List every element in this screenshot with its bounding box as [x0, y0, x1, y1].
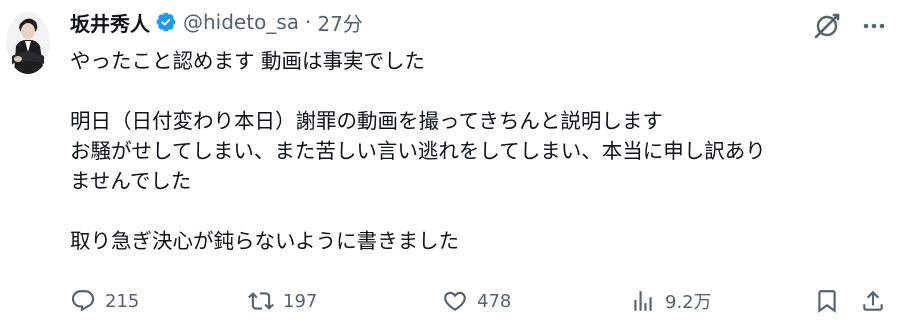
user-handle[interactable]: @hideto_sa	[183, 10, 299, 34]
reply-button[interactable]: 215	[70, 284, 139, 318]
tweet-text: やったこと認めます 動画は事実でした 明日（日付変わり本日）謝罪の動画を撮ってき…	[70, 46, 885, 256]
tweet-text-line	[70, 196, 885, 226]
more-icon[interactable]	[861, 13, 887, 39]
views-button[interactable]: 9.2万	[630, 284, 712, 318]
grok-icon[interactable]	[813, 12, 841, 40]
like-icon	[442, 288, 468, 314]
tweet-text-line	[70, 76, 885, 106]
reply-icon	[70, 288, 96, 314]
views-icon	[630, 288, 656, 314]
like-count: 478	[477, 290, 512, 312]
share-button[interactable]	[860, 284, 886, 318]
tweet: 坂井秀人 @hideto_sa · 27分 やったこと認めます 動画は事実でした…	[0, 0, 897, 328]
tweet-header: 坂井秀人 @hideto_sa · 27分	[70, 6, 363, 38]
tweet-text-line: 取り急ぎ決心が鈍らないように書きました	[70, 229, 460, 253]
retweet-button[interactable]: 197	[248, 284, 317, 318]
tweet-text-line: やったこと認めます 動画は事実でした	[70, 49, 426, 73]
retweet-icon	[248, 288, 274, 314]
view-count: 9.2万	[665, 292, 712, 313]
avatar-image	[6, 12, 50, 74]
avatar[interactable]	[6, 12, 50, 74]
top-right-actions	[813, 12, 887, 40]
tweet-text-line: お騒がせしてしまい、また苦しい言い逃れをしてしまい、本当に申し訳あり	[70, 139, 766, 163]
verified-badge-icon[interactable]	[155, 11, 177, 33]
like-button[interactable]: 478	[442, 284, 511, 318]
tweet-text-line: 明日（日付変わり本日）謝罪の動画を撮ってきちんと説明します	[70, 109, 663, 133]
retweet-count: 197	[283, 290, 318, 312]
post-timestamp[interactable]: 27分	[317, 8, 362, 37]
share-icon	[860, 288, 886, 314]
tweet-text-line: ませんでした	[70, 169, 192, 193]
header-separator: ·	[305, 10, 312, 34]
bookmark-icon	[814, 288, 840, 314]
tweet-actions: 215 197 478 9.2万	[70, 284, 885, 318]
display-name[interactable]: 坂井秀人	[70, 8, 150, 37]
reply-count: 215	[105, 290, 140, 312]
bookmark-button[interactable]	[814, 284, 840, 318]
